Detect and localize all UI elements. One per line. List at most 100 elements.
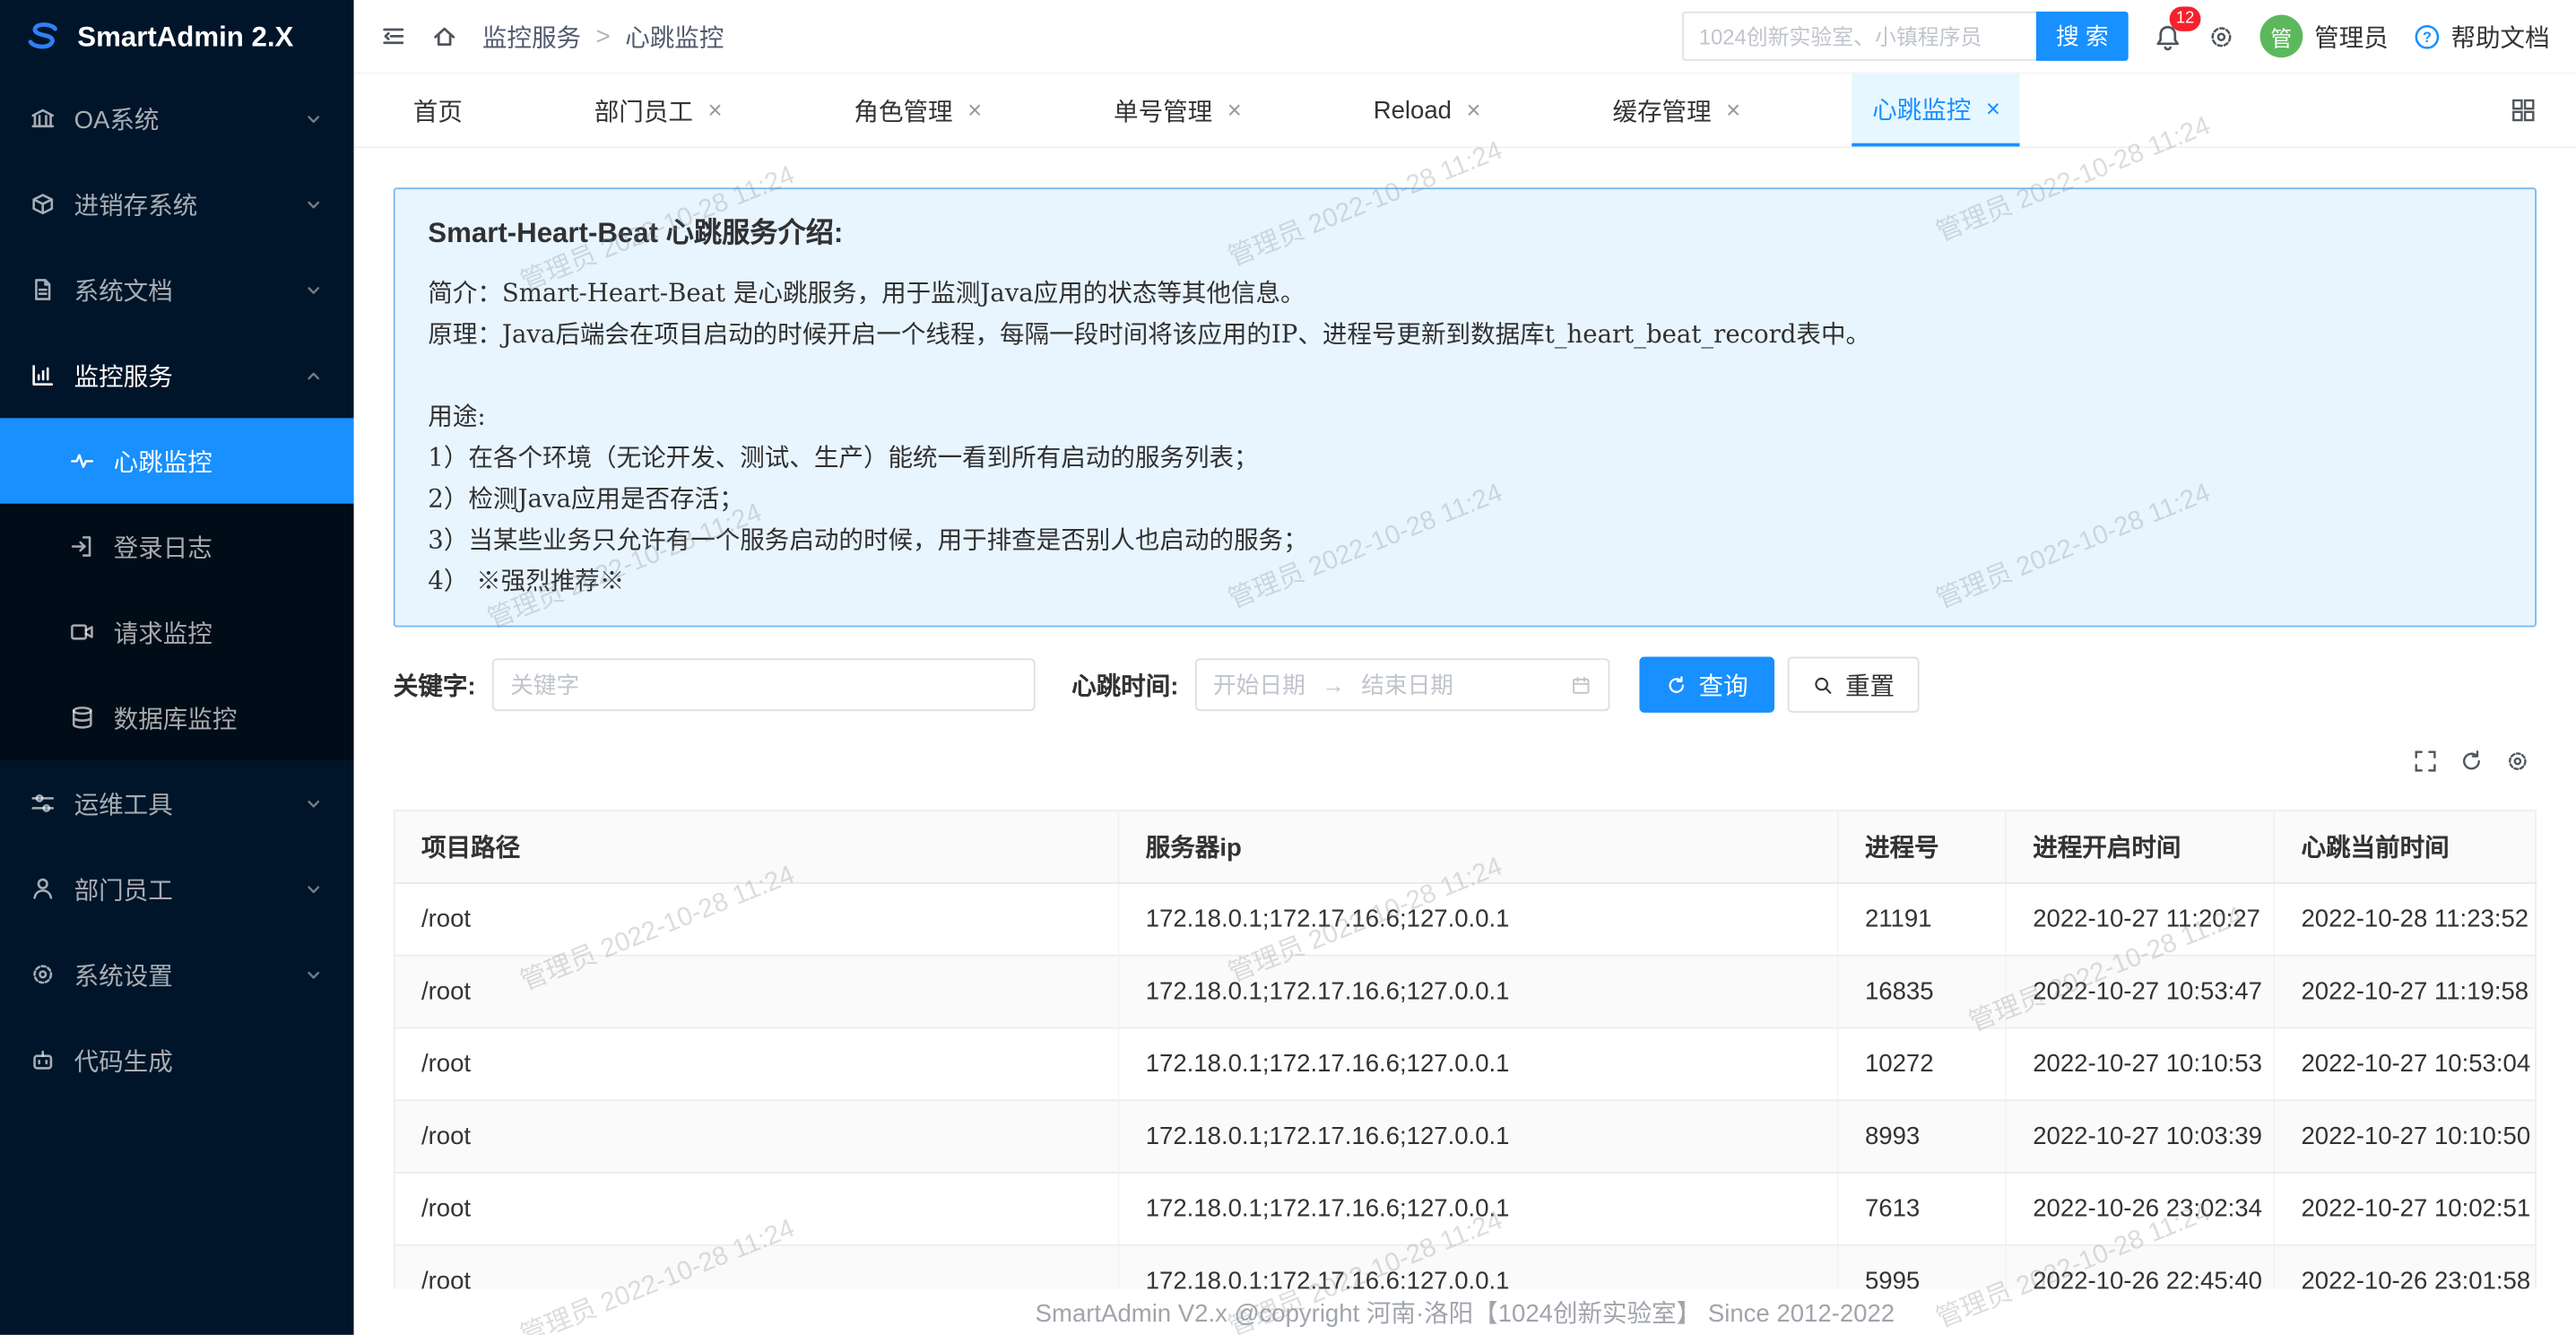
reset-button[interactable]: 重置: [1788, 656, 1920, 712]
login-icon: [69, 533, 95, 559]
svg-text:?: ?: [2423, 28, 2432, 45]
close-icon[interactable]: ×: [967, 98, 982, 123]
collapse-menu-icon[interactable]: [380, 23, 406, 49]
date-range-picker[interactable]: 开始日期 → 结束日期: [1195, 658, 1610, 711]
sidebar-item-staff[interactable]: 部门员工: [0, 846, 354, 932]
tab-dept-staff[interactable]: 部门员工 ×: [575, 74, 742, 147]
intro-line: 原理：Java后端会在项目启动的时候开启一个线程，每隔一段时间将该应用的IP、进…: [428, 315, 2502, 356]
search-icon: [1812, 674, 1834, 696]
sidebar-item-oa[interactable]: OA系统: [0, 75, 354, 160]
cell-start: 2022-10-27 10:10:53: [2006, 1027, 2274, 1100]
search-input[interactable]: [1682, 12, 2036, 61]
tab-role-mgmt[interactable]: 角色管理 ×: [834, 74, 1002, 147]
notifications[interactable]: 12: [2153, 20, 2182, 53]
tab-home[interactable]: 首页: [394, 74, 482, 147]
chevron-down-icon: [303, 279, 325, 300]
cell-path: /root: [395, 1100, 1119, 1173]
tab-serial-mgmt[interactable]: 单号管理 ×: [1094, 74, 1262, 147]
tab-label: 缓存管理: [1612, 93, 1711, 128]
sidebar-item-label: 运维工具: [74, 786, 173, 821]
chart-icon: [30, 362, 56, 388]
cell-ip: 172.18.0.1;172.17.16.6;127.0.0.1: [1118, 1173, 1837, 1245]
refresh-icon[interactable]: [2459, 749, 2485, 774]
query-button[interactable]: 查询: [1639, 656, 1774, 712]
close-icon[interactable]: ×: [1467, 98, 1481, 123]
help-label: 帮助文档: [2450, 19, 2549, 54]
app-logo[interactable]: SmartAdmin 2.X: [0, 0, 354, 75]
sidebar-item-label: 代码生成: [74, 1043, 173, 1078]
table-row: /root 172.18.0.1;172.17.16.6;127.0.0.1 7…: [395, 1173, 2536, 1245]
intro-line: [428, 356, 2502, 397]
cell-path: /root: [395, 1027, 1119, 1100]
heartbeat-time-label: 心跳时间:: [1071, 667, 1178, 702]
cell-heartbeat: 2022-10-27 10:02:51: [2274, 1173, 2536, 1245]
sidebar-item-label: 系统文档: [74, 273, 173, 308]
tab-label: 角色管理: [854, 93, 952, 128]
question-circle-icon: ?: [2413, 22, 2441, 50]
tab-bar: 首页 部门员工 × 角色管理 × 单号管理 × Reload × 缓存管理 ×: [354, 74, 2576, 149]
sidebar-menu: OA系统 进销存系统 系统文档 监控服务 心跳监控: [0, 75, 354, 1103]
sidebar-item-docs[interactable]: 系统文档: [0, 247, 354, 332]
calendar-icon: [1570, 674, 1592, 696]
sidebar-item-label: 登录日志: [114, 529, 212, 564]
sidebar-item-settings[interactable]: 系统设置: [0, 932, 354, 1017]
topbar-right: 搜 索 12 管 管理员 ? 帮助文档: [1682, 12, 2549, 61]
video-icon: [69, 619, 95, 645]
chevron-down-icon: [303, 964, 325, 985]
gear-icon[interactable]: [2207, 22, 2235, 50]
user-name: 管理员: [2314, 19, 2389, 54]
fullscreen-icon[interactable]: [2413, 749, 2438, 774]
sidebar-submenu-monitor: 心跳监控 登录日志 请求监控 数据库监控: [0, 418, 354, 760]
date-start-placeholder: 开始日期: [1213, 668, 1305, 701]
cell-start: 2022-10-26 23:02:34: [2006, 1173, 2274, 1245]
close-icon[interactable]: ×: [1726, 98, 1740, 123]
table-row: /root 172.18.0.1;172.17.16.6;127.0.0.1 8…: [395, 1100, 2536, 1173]
sidebar-item-codegen[interactable]: 代码生成: [0, 1018, 354, 1103]
user-menu[interactable]: 管 管理员: [2259, 15, 2388, 58]
bank-icon: [30, 105, 56, 131]
chevron-down-icon: [303, 194, 325, 215]
database-icon: [69, 705, 95, 731]
service-intro-panel: Smart-Heart-Beat 心跳服务介绍: 简介：Smart-Heart-…: [394, 187, 2537, 627]
reload-icon: [1666, 674, 1687, 696]
tab-options[interactable]: [2511, 74, 2537, 147]
sidebar-item-label: 系统设置: [74, 958, 173, 993]
help-link[interactable]: ? 帮助文档: [2413, 19, 2549, 54]
sidebar-item-heartbeat[interactable]: 心跳监控: [0, 418, 354, 503]
intro-line: 3）当某些业务只允许有一个服务启动的时候，用于排查是否别人也启动的服务；: [428, 520, 2502, 561]
close-icon[interactable]: ×: [1986, 96, 2000, 121]
close-icon[interactable]: ×: [707, 98, 722, 123]
query-button-label: 查询: [1699, 667, 1748, 702]
tab-reload[interactable]: Reload ×: [1354, 74, 1501, 147]
cell-path: /root: [395, 956, 1119, 1028]
sidebar-item-login-log[interactable]: 登录日志: [0, 504, 354, 589]
home-icon[interactable]: [431, 23, 457, 49]
cell-heartbeat: 2022-10-28 11:23:52: [2274, 883, 2536, 956]
document-icon: [30, 276, 56, 302]
sidebar-item-request-monitor[interactable]: 请求监控: [0, 589, 354, 674]
cell-ip: 172.18.0.1;172.17.16.6;127.0.0.1: [1118, 1100, 1837, 1173]
smartadmin-logo-icon: [23, 18, 63, 57]
search-button[interactable]: 搜 索: [2036, 12, 2129, 61]
keyword-input[interactable]: [492, 658, 1036, 711]
grid-icon: [2511, 97, 2537, 123]
tab-heartbeat-monitor[interactable]: 心跳监控 ×: [1852, 74, 2020, 147]
footer-text: SmartAdmin V2.x @copyright 河南·洛阳【1024创新实…: [1036, 1295, 1895, 1330]
sidebar-item-inventory[interactable]: 进销存系统: [0, 161, 354, 247]
sidebar-item-ops-tools[interactable]: 运维工具: [0, 760, 354, 845]
sidebar-item-monitor[interactable]: 监控服务: [0, 333, 354, 418]
tab-label: 部门员工: [594, 93, 693, 128]
gear-icon[interactable]: [2505, 749, 2530, 774]
col-header-start-time: 进程开启时间: [2006, 811, 2274, 883]
col-header-server-ip: 服务器ip: [1118, 811, 1837, 883]
tab-cache-mgmt[interactable]: 缓存管理 ×: [1592, 74, 1760, 147]
sidebar-item-db-monitor[interactable]: 数据库监控: [0, 675, 354, 760]
close-icon[interactable]: ×: [1227, 98, 1242, 123]
cell-pid: 8993: [1838, 1100, 2006, 1173]
cell-pid: 7613: [1838, 1173, 2006, 1245]
cell-heartbeat: 2022-10-27 11:19:58: [2274, 956, 2536, 1028]
col-header-path: 项目路径: [395, 811, 1119, 883]
chevron-down-icon: [303, 878, 325, 899]
breadcrumb-item[interactable]: 监控服务: [482, 19, 581, 54]
sidebar-item-label: 监控服务: [74, 358, 173, 393]
